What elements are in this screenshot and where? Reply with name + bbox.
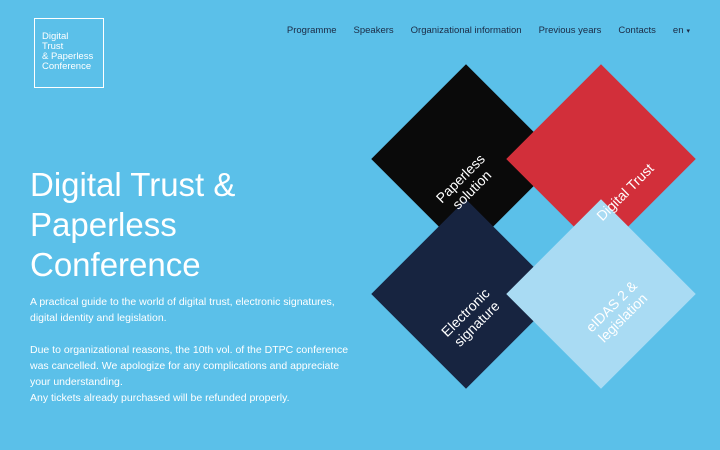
nav-organizational-information[interactable]: Organizational information — [411, 25, 522, 36]
page-title-line-1: Digital Trust & — [30, 166, 236, 203]
language-label: en — [672, 25, 684, 36]
main-nav: Programme Speakers Organizational inform… — [287, 25, 690, 36]
refund-text: Any tickets already purchased will be re… — [30, 392, 290, 404]
cancellation-notice: Due to organizational reasons, the 10th … — [30, 342, 360, 406]
language-selector[interactable]: en ▾ — [673, 25, 690, 36]
site-logo[interactable]: Digital Trust & Paperless Conference — [34, 18, 104, 88]
nav-previous-years[interactable]: Previous years — [539, 25, 602, 36]
notice-text: Due to organizational reasons, the 10th … — [30, 344, 349, 388]
logo-line-4: Conference — [42, 61, 92, 72]
nav-speakers[interactable]: Speakers — [354, 25, 394, 36]
chevron-down-icon: ▾ — [686, 27, 690, 35]
nav-programme[interactable]: Programme — [287, 25, 337, 36]
intro-text: A practical guide to the world of digita… — [30, 296, 335, 324]
page-title-line-2: Paperless — [30, 206, 177, 243]
nav-contacts[interactable]: Contacts — [618, 25, 656, 36]
page-title: Digital Trust & Paperless Conference — [30, 165, 360, 285]
page-title-line-3: Conference — [30, 246, 201, 283]
